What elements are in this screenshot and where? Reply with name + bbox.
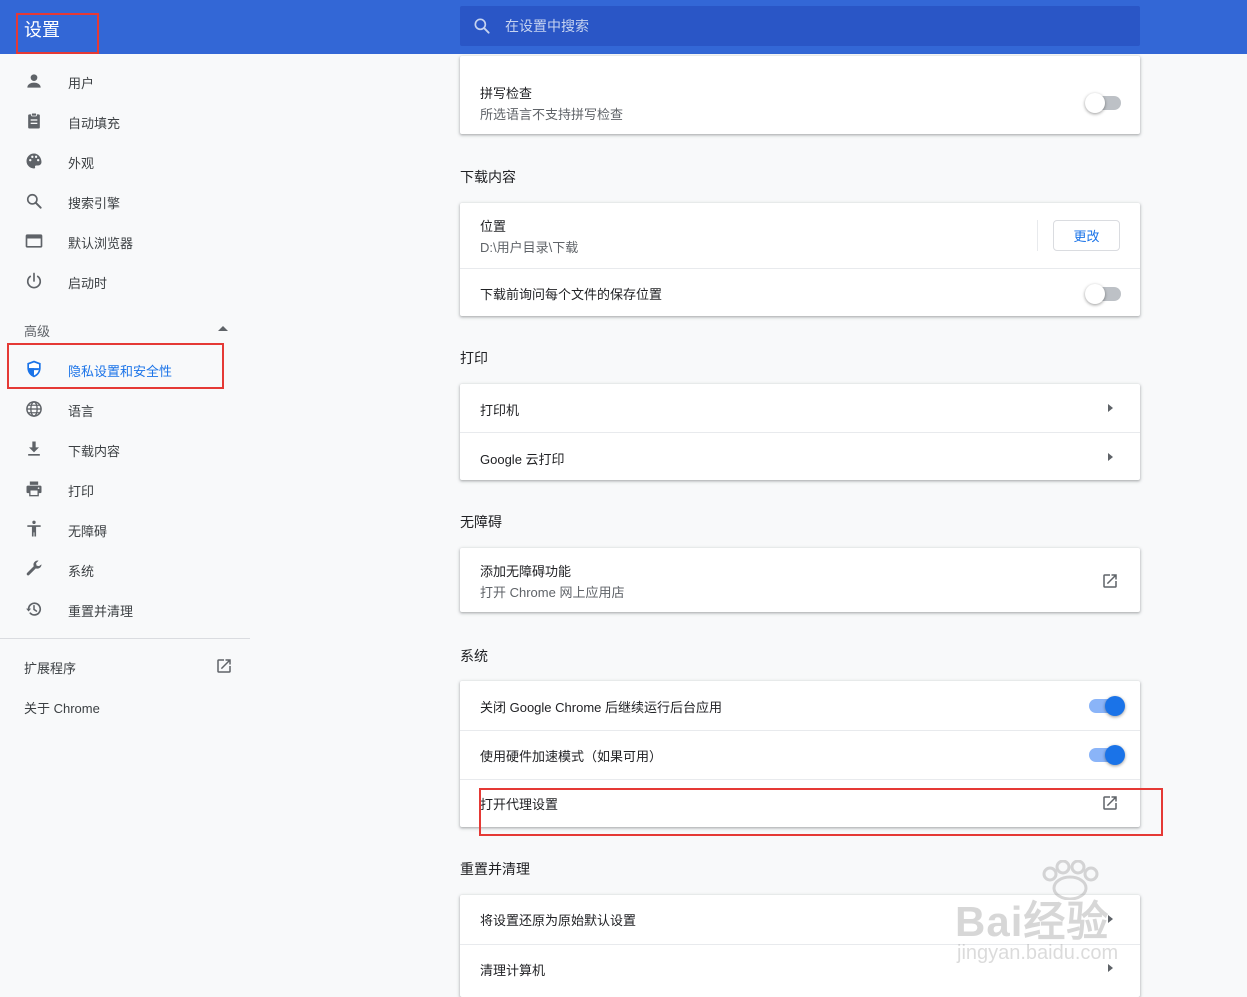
printing-card: 打印机 Google 云打印	[460, 384, 1140, 480]
sidebar-item-label: 无障碍	[68, 524, 108, 539]
downloads-card: 位置 D:\用户目录\下载 更改 下载前询问每个文件的保存位置	[460, 203, 1140, 316]
sidebar-item-label: 搜索引擎	[68, 196, 121, 211]
downloads-section-title: 下载内容	[460, 169, 516, 185]
sidebar-item-people[interactable]: 用户	[0, 61, 250, 101]
printer-icon	[26, 481, 42, 497]
chevron-up-icon[interactable]	[218, 326, 228, 331]
sidebar-item-default-browser[interactable]: 默认浏览器	[0, 221, 250, 261]
sidebar-item-languages[interactable]: 语言	[0, 389, 250, 429]
watermark-url: jingyan.baidu.com	[957, 942, 1119, 964]
system-card: 关闭 Google Chrome 后继续运行后台应用 使用硬件加速模式（如果可用…	[460, 681, 1140, 827]
sidebar-item-label: 下载内容	[68, 444, 121, 459]
add-accessibility-title: 添加无障碍功能	[480, 564, 572, 579]
spellcheck-title: 拼写检查	[480, 86, 533, 101]
download-location-title: 位置	[480, 219, 507, 234]
accessibility-card: 添加无障碍功能 打开 Chrome 网上应用店	[460, 548, 1140, 612]
sidebar-item-printing[interactable]: 打印	[0, 469, 250, 509]
restore-icon	[26, 602, 42, 616]
open-in-new-icon[interactable]	[1101, 794, 1119, 812]
wrench-icon	[26, 560, 42, 576]
ask-where-save-toggle[interactable]	[1085, 284, 1121, 304]
browser-window-icon	[25, 234, 43, 248]
sidebar-item-extensions[interactable]: 扩展程序	[24, 658, 76, 677]
proxy-settings-row[interactable]: 打开代理设置	[460, 779, 1140, 827]
toggle-knob	[1105, 745, 1125, 765]
sidebar-divider	[0, 638, 250, 639]
search-icon[interactable]	[472, 16, 492, 36]
spellcheck-subtitle: 所选语言不支持拼写检查	[480, 107, 624, 122]
sidebar-item-label: 系统	[68, 564, 95, 579]
open-in-new-icon[interactable]	[1101, 572, 1119, 590]
sidebar-item-downloads[interactable]: 下载内容	[0, 429, 250, 469]
restore-defaults-label: 将设置还原为原始默认设置	[480, 913, 637, 928]
chevron-right-icon	[1108, 453, 1113, 461]
sidebar-item-label: 重置并清理	[68, 604, 134, 619]
download-location-row: 位置 D:\用户目录\下载 更改	[460, 203, 1140, 268]
sidebar-item-search-engine[interactable]: 搜索引擎	[0, 181, 250, 221]
spellcheck-card: 拼写检查 所选语言不支持拼写检查	[460, 56, 1140, 134]
accessibility-section-title: 无障碍	[460, 514, 502, 530]
sidebar-item-label: 语言	[68, 404, 95, 419]
printers-label: 打印机	[480, 403, 520, 418]
shield-icon	[27, 360, 41, 378]
baidu-watermark: Bai经验 jingyan.baidu.com	[955, 860, 1185, 970]
toggle-knob	[1085, 93, 1105, 113]
search-input[interactable]	[505, 14, 1105, 38]
spellcheck-toggle[interactable]	[1085, 93, 1121, 113]
sidebar-item-label: 打印	[68, 484, 95, 499]
printers-row[interactable]: 打印机	[460, 384, 1140, 432]
sidebar-item-autofill[interactable]: 自动填充	[0, 101, 250, 141]
reset-section-title: 重置并清理	[460, 861, 530, 877]
accessibility-icon	[27, 520, 41, 537]
row-divider	[1037, 220, 1038, 251]
sidebar-item-label: 自动填充	[68, 116, 121, 131]
sidebar-item-privacy[interactable]: 隐私设置和安全性	[0, 349, 250, 389]
clipboard-icon	[28, 112, 40, 129]
hardware-accel-row[interactable]: 使用硬件加速模式（如果可用）	[460, 730, 1140, 779]
printing-section-title: 打印	[460, 350, 488, 366]
background-apps-toggle[interactable]	[1089, 696, 1125, 716]
power-icon	[26, 272, 42, 289]
proxy-settings-label: 打开代理设置	[480, 797, 559, 812]
download-location-path: D:\用户目录\下载	[480, 240, 579, 255]
ask-where-save-row[interactable]: 下载前询问每个文件的保存位置	[460, 268, 1140, 316]
sidebar-item-about-chrome[interactable]: 关于 Chrome	[24, 698, 100, 717]
cloud-print-row[interactable]: Google 云打印	[460, 432, 1140, 480]
watermark-brand: Bai经验	[955, 898, 1110, 945]
chevron-right-icon	[1108, 404, 1113, 412]
change-location-button[interactable]: 更改	[1053, 220, 1120, 251]
sidebar-item-accessibility[interactable]: 无障碍	[0, 509, 250, 549]
cloud-print-label: Google 云打印	[480, 452, 565, 467]
advanced-toggle-label[interactable]: 高级	[24, 321, 50, 340]
toggle-knob	[1105, 696, 1125, 716]
add-accessibility-subtitle: 打开 Chrome 网上应用店	[480, 585, 625, 600]
spellcheck-row[interactable]: 拼写检查 所选语言不支持拼写检查	[460, 70, 1140, 134]
person-icon	[27, 74, 41, 88]
sidebar-item-label: 外观	[68, 156, 95, 171]
open-in-new-icon[interactable]	[215, 657, 233, 675]
background-apps-row[interactable]: 关闭 Google Chrome 后继续运行后台应用	[460, 681, 1140, 730]
hardware-accel-toggle[interactable]	[1089, 745, 1125, 765]
ask-where-save-label: 下载前询问每个文件的保存位置	[480, 287, 663, 302]
toggle-knob	[1085, 284, 1105, 304]
search-icon	[26, 193, 42, 209]
download-icon	[28, 441, 40, 456]
sidebar-item-label: 默认浏览器	[68, 236, 134, 251]
cleanup-computer-label: 清理计算机	[480, 963, 546, 978]
system-section-title: 系统	[460, 648, 488, 664]
sidebar-item-system[interactable]: 系统	[0, 549, 250, 589]
sidebar-item-label: 启动时	[68, 276, 108, 291]
sidebar-item-reset[interactable]: 重置并清理	[0, 589, 250, 629]
palette-icon	[26, 153, 42, 169]
add-accessibility-row[interactable]: 添加无障碍功能 打开 Chrome 网上应用店	[460, 548, 1140, 612]
sidebar-item-label: 用户	[68, 76, 95, 91]
sidebar-item-on-startup[interactable]: 启动时	[0, 261, 250, 301]
hardware-accel-label: 使用硬件加速模式（如果可用）	[480, 749, 663, 764]
sidebar-item-label: 隐私设置和安全性	[68, 364, 173, 379]
page-title: 设置	[24, 20, 60, 40]
background-apps-label: 关闭 Google Chrome 后继续运行后台应用	[480, 700, 722, 715]
globe-icon	[26, 401, 42, 417]
sidebar-item-appearance[interactable]: 外观	[0, 141, 250, 181]
